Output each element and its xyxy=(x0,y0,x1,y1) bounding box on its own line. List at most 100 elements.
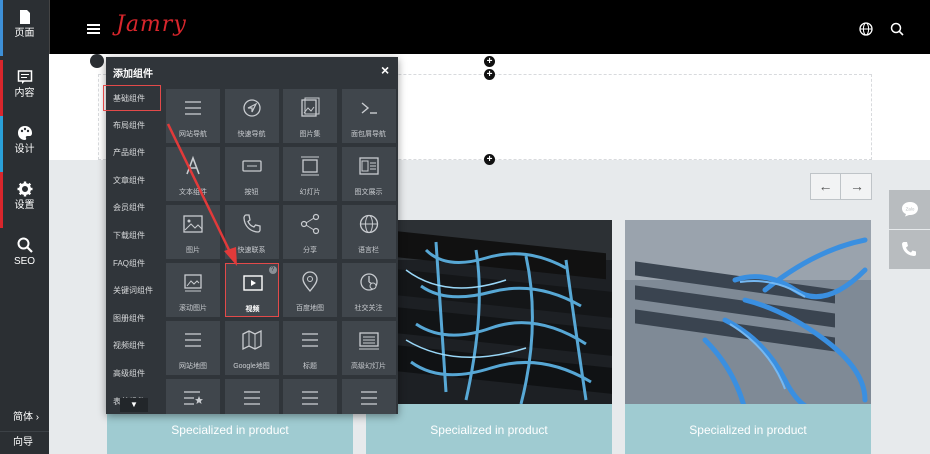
component-tile[interactable]: 网站导航 xyxy=(166,89,220,143)
list-icon xyxy=(185,101,201,115)
component-category-list: 基础组件 布局组件 产品组件 文章组件 会员组件 下载组件 FAQ组件 关键词组件 图册组件 视频… xyxy=(103,85,162,414)
component-tile[interactable]: 快速导航 xyxy=(224,89,279,143)
tile-label: Google地图 xyxy=(233,363,270,370)
gear-icon xyxy=(17,181,32,197)
star-list-icon xyxy=(184,391,203,405)
add-section-icon[interactable]: + xyxy=(484,154,495,165)
component-tile[interactable] xyxy=(166,379,220,414)
component-tile[interactable]: 视频? xyxy=(224,263,279,317)
sidebar-item-label: 内容 xyxy=(14,88,35,99)
component-tile[interactable]: 面包屑导航 xyxy=(341,89,396,143)
prev-button[interactable]: ← xyxy=(811,174,841,199)
chevron-down-icon[interactable]: ▼ xyxy=(120,398,148,412)
component-tile[interactable]: 滚动图片 xyxy=(166,263,220,317)
tile-label: 高级幻灯片 xyxy=(351,363,386,370)
help-icon[interactable]: ? xyxy=(268,266,277,274)
menu-icon[interactable] xyxy=(87,24,100,36)
category-item[interactable]: 会员组件 xyxy=(106,195,162,221)
network-switch-image xyxy=(625,220,871,404)
category-item[interactable]: FAQ组件 xyxy=(106,251,162,277)
drag-handle[interactable] xyxy=(90,54,104,68)
category-item[interactable]: 关键词组件 xyxy=(106,278,162,304)
active-stripe xyxy=(0,172,3,228)
component-tile[interactable] xyxy=(224,379,279,414)
active-stripe xyxy=(0,0,3,56)
close-icon[interactable]: × xyxy=(381,62,389,78)
component-tile[interactable]: 标题 xyxy=(283,321,337,375)
sidebar-item-label: SEO xyxy=(13,256,36,267)
globe-icon xyxy=(359,214,378,234)
panel-header: 添加组件 × xyxy=(106,57,398,85)
sidebar-item-page[interactable]: 页面 xyxy=(0,0,49,56)
phone-button[interactable] xyxy=(889,230,930,269)
component-tile[interactable] xyxy=(341,379,396,414)
component-tile[interactable]: 图片 xyxy=(166,205,220,259)
sidebar-item-label: 页面 xyxy=(14,28,35,39)
product-card[interactable]: Specialized in product xyxy=(625,220,871,454)
product-card[interactable]: Specialized in product xyxy=(366,220,612,454)
sidebar-item-content[interactable]: 内容 xyxy=(0,60,49,116)
sidebar-item-settings[interactable]: 设置 xyxy=(0,172,49,228)
list-icon xyxy=(302,333,318,347)
scroll-image-icon xyxy=(184,274,202,292)
category-item[interactable]: 视频组件 xyxy=(106,333,162,359)
category-item[interactable]: 基础组件 xyxy=(103,85,161,111)
tile-label: 图片 xyxy=(186,247,200,254)
tile-label: 社交关注 xyxy=(354,305,383,312)
component-tile[interactable]: 幻灯片 xyxy=(283,147,337,201)
tile-label: 面包屑导航 xyxy=(351,131,386,138)
globe-icon[interactable] xyxy=(859,22,873,36)
component-tile[interactable]: 分享 xyxy=(283,205,337,259)
next-button[interactable]: → xyxy=(842,174,872,199)
tile-label: 语言栏 xyxy=(358,247,379,254)
breadcrumb-icon xyxy=(361,102,377,114)
component-tile[interactable]: 图文展示 xyxy=(341,147,396,201)
add-section-icon[interactable]: + xyxy=(484,56,495,67)
component-tile[interactable]: 文本组件 xyxy=(166,147,220,201)
tile-label: 按钮 xyxy=(244,189,259,196)
page-icon xyxy=(19,10,30,24)
product-caption: Specialized in product xyxy=(625,404,871,454)
component-tile[interactable]: 图片集 xyxy=(283,89,337,143)
list-icon xyxy=(360,391,377,405)
list-icon xyxy=(243,391,260,405)
category-item[interactable]: 下载组件 xyxy=(106,223,162,249)
tile-label: 快速导航 xyxy=(237,131,266,138)
guide-button[interactable]: 向导 xyxy=(0,431,49,454)
editor-sidebar: 页面 内容 设计 设置 SEO 简体 › 向导 xyxy=(0,0,49,454)
component-tile[interactable]: 高级幻灯片 xyxy=(341,321,396,375)
component-tile[interactable]: 快速联系 xyxy=(224,205,279,259)
component-tile[interactable] xyxy=(283,379,337,414)
site-logo[interactable]: Jamry xyxy=(116,12,187,37)
navigation-icon xyxy=(242,99,261,117)
text-icon xyxy=(186,155,200,175)
category-item[interactable]: 高级组件 xyxy=(106,361,162,387)
category-item[interactable]: 图册组件 xyxy=(106,306,162,332)
sidebar-item-seo[interactable]: SEO xyxy=(0,228,49,284)
add-section-icon[interactable]: + xyxy=(484,69,495,80)
chat-button[interactable]: Zalo xyxy=(889,190,930,229)
palette-icon xyxy=(17,126,32,140)
component-tile[interactable]: 网站地图 xyxy=(166,321,220,375)
category-item[interactable]: 布局组件 xyxy=(106,113,162,139)
component-tile[interactable]: 社交关注 xyxy=(341,263,396,317)
category-item[interactable]: 产品组件 xyxy=(106,140,162,166)
category-item[interactable]: 文章组件 xyxy=(106,168,162,194)
component-tile[interactable]: 按钮 xyxy=(224,147,279,201)
tile-label: 图文展示 xyxy=(354,189,383,196)
panel-title: 添加组件 xyxy=(113,69,153,80)
gallery-icon xyxy=(301,97,320,117)
sidebar-item-design[interactable]: 设计 xyxy=(0,116,49,172)
tile-label: 快速联系 xyxy=(237,247,266,254)
tile-label: 图片集 xyxy=(299,131,321,138)
image-icon xyxy=(183,215,203,233)
language-switch[interactable]: 简体 › xyxy=(0,407,49,429)
component-tile[interactable]: 语言栏 xyxy=(341,205,396,259)
server-rack-image xyxy=(366,220,612,404)
component-tile[interactable]: 百度地图 xyxy=(283,263,337,317)
component-tile[interactable]: Google地图 xyxy=(224,321,279,375)
image-text-icon xyxy=(358,157,379,175)
slideshow-icon xyxy=(301,156,319,176)
top-bar: Jamry xyxy=(49,0,930,54)
search-icon[interactable] xyxy=(890,22,904,36)
